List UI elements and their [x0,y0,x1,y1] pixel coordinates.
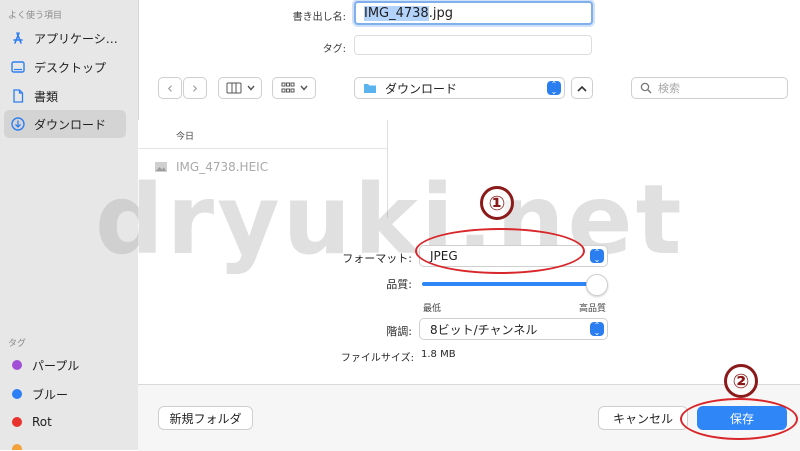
forward-button[interactable]: › [183,77,207,99]
depth-label: 階調: [386,325,412,338]
format-label: フォーマット: [342,252,412,265]
favorites-heading: よく使う項目 [8,11,63,21]
quality-slider-fill [422,282,597,286]
sidebar-item-label: ブルー [32,387,69,402]
updown-chevron-icon: ⌃ ⌄ [590,322,604,337]
chevron-left-icon: ‹ [167,79,173,97]
quality-slider[interactable] [422,274,608,296]
back-button[interactable]: ‹ [158,77,182,99]
export-name-field[interactable]: IMG_4738 .jpg [354,1,593,25]
view-columns-button[interactable] [218,77,262,99]
location-popup[interactable]: ダウンロード ⌃ ⌄ [354,77,565,99]
sidebar-tag-purple[interactable]: パープル [4,351,126,379]
tags-label: タグ: [322,44,346,55]
format-highlight-ring [415,228,585,274]
step-marker-2: ② [724,364,758,398]
sidebar-item-label: アプリケーシ… [34,31,118,46]
view-gallery-button[interactable] [272,77,316,99]
filesize-label: ファイルサイズ: [340,353,414,364]
name-selected-text: IMG_4738 [364,5,429,21]
chevron-up-icon [577,85,587,92]
orange-tag-dot-icon [12,444,22,450]
folder-icon [364,84,376,93]
depth-popup[interactable]: 8ビット/チャンネル ⌃ ⌄ [419,318,608,340]
filesize-value: 1.8 MB [421,349,456,360]
sidebar-tag-orange[interactable] [4,436,126,450]
chevron-down-icon [246,85,255,91]
chevron-down-icon [299,85,308,91]
app-store-icon [10,30,26,46]
download-icon [10,116,26,132]
tags-heading: タグ [8,339,27,349]
sidebar-item-label: Rot [32,415,52,429]
search-icon [640,82,652,94]
sidebar-item-documents[interactable]: 書類 [4,82,126,110]
name-extension-text: .jpg [428,5,453,21]
red-tag-dot-icon [12,417,22,427]
document-icon [10,88,26,104]
tags-field[interactable] [354,35,592,55]
step-marker-1: ① [480,186,514,220]
icon-grid-view-icon [281,82,294,93]
columns-view-icon [226,82,241,94]
cancel-button[interactable]: キャンセル [598,406,688,430]
quality-min-label: 最低 [423,304,442,314]
sidebar-item-label: 書類 [34,89,59,104]
sidebar-item-label: デスクトップ [34,60,107,75]
chevron-right-icon: › [192,79,198,97]
sidebar-item-label: パープル [32,358,80,373]
quality-slider-knob[interactable] [586,274,608,296]
desktop-icon [10,59,26,75]
date-section-header: 今日 [176,132,195,142]
blue-tag-dot-icon [12,389,22,399]
sidebar-item-downloads[interactable]: ダウンロード [4,110,126,138]
location-label: ダウンロード [385,81,458,96]
save-highlight-ring [680,398,798,440]
sidebar-tag-blue[interactable]: ブルー [4,380,126,408]
new-folder-button[interactable]: 新規フォルダ [158,406,253,430]
purple-tag-dot-icon [12,360,22,370]
sidebar-item-label: ダウンロード [34,117,107,132]
updown-chevron-icon: ⌃ ⌄ [547,81,561,96]
search-field[interactable]: 検索 [631,77,788,99]
quality-max-label: 高品質 [578,304,606,314]
sidebar-item-applications[interactable]: アプリケーシ… [4,24,126,52]
expand-collapse-button[interactable] [571,77,593,99]
watermark: dryuki.net [95,164,685,276]
sidebar-tag-red[interactable]: Rot [4,408,126,436]
export-name-label: 書き出し名: [292,12,346,23]
depth-value: 8ビット/チャンネル [430,322,538,337]
sidebar-item-desktop[interactable]: デスクトップ [4,53,126,81]
search-placeholder: 検索 [658,82,680,95]
file-list-header: 今日 [138,120,387,149]
quality-label: 品質: [386,278,412,291]
updown-chevron-icon: ⌃ ⌄ [590,249,604,264]
